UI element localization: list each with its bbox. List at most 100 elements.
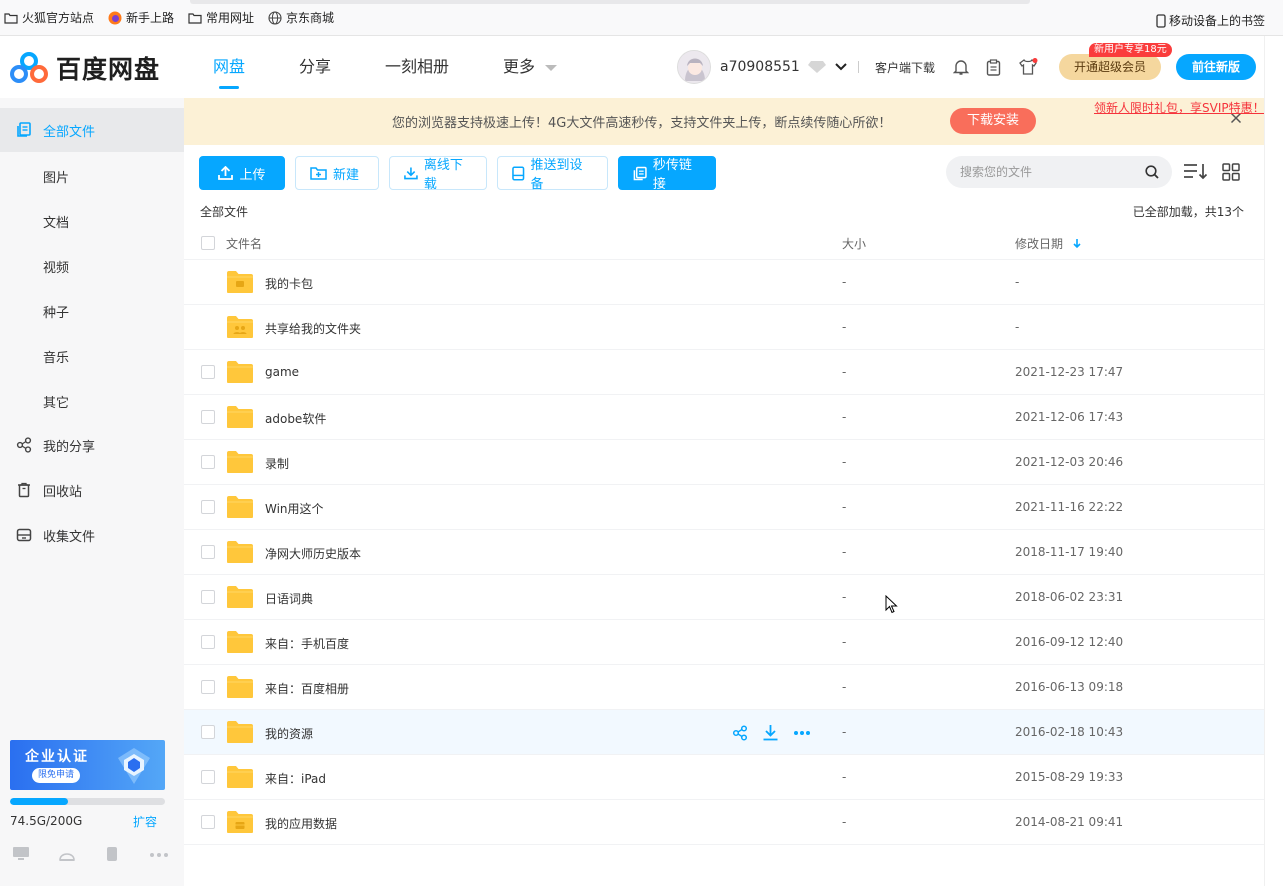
- nav-netdisk[interactable]: 网盘: [213, 36, 245, 98]
- row-checkbox[interactable]: [201, 680, 215, 694]
- sidebar-item-other[interactable]: 其它: [43, 392, 69, 411]
- row-checkbox[interactable]: [201, 365, 215, 379]
- table-row[interactable]: 来自：iPad - 2015-08-29 19:33: [184, 755, 1264, 800]
- bookmark-item[interactable]: 火狐官方站点: [4, 9, 94, 26]
- file-name[interactable]: 来自：百度相册: [265, 680, 349, 697]
- row-checkbox[interactable]: [201, 410, 215, 424]
- file-name[interactable]: adobe软件: [265, 410, 326, 427]
- svip-button[interactable]: 开通超级会员 新用户专享18元: [1059, 43, 1172, 80]
- file-name[interactable]: Win用这个: [265, 500, 324, 517]
- download-install-button[interactable]: 下载安装: [950, 108, 1036, 134]
- row-checkbox[interactable]: [201, 500, 215, 514]
- bookmark-item[interactable]: 新手上路: [108, 9, 174, 26]
- table-row[interactable]: game - 2021-12-23 17:47: [184, 350, 1264, 395]
- table-row[interactable]: Win用这个 - 2021-11-16 22:22: [184, 485, 1264, 530]
- sidebar-item-all-files[interactable]: 全部文件: [0, 108, 184, 152]
- sidebar-item-torrents[interactable]: 种子: [43, 302, 69, 321]
- sidebar-item-label: 全部文件: [43, 124, 96, 140]
- search-input[interactable]: [960, 156, 1140, 188]
- mobile-bookmarks[interactable]: 移动设备上的书签: [1156, 12, 1265, 29]
- row-checkbox[interactable]: [201, 545, 215, 559]
- instant-link-button[interactable]: 秒传链接: [618, 156, 716, 192]
- row-checkbox[interactable]: [201, 455, 215, 469]
- desktop-icon[interactable]: [12, 846, 30, 865]
- table-row[interactable]: 来自：百度相册 - 2016-06-13 09:18: [184, 665, 1264, 710]
- android-icon[interactable]: [58, 846, 76, 865]
- file-date: 2021-12-03 20:46: [1015, 455, 1124, 469]
- column-header-size[interactable]: 大小: [842, 235, 866, 252]
- file-size: -: [842, 725, 847, 739]
- files-icon: [14, 122, 34, 138]
- file-name[interactable]: 净网大师历史版本: [265, 545, 361, 562]
- file-name[interactable]: game: [265, 365, 299, 379]
- nav-share[interactable]: 分享: [299, 36, 331, 98]
- clipboard-icon[interactable]: [986, 58, 1001, 76]
- table-row[interactable]: 我的应用数据 - 2014-08-21 09:41: [184, 800, 1264, 845]
- bookmark-item[interactable]: 京东商城: [268, 9, 334, 26]
- table-row[interactable]: 我的卡包 - -: [184, 260, 1264, 305]
- download-icon[interactable]: [762, 724, 779, 741]
- sidebar-item-documents[interactable]: 文档: [43, 212, 69, 231]
- sidebar-item-videos[interactable]: 视频: [43, 257, 69, 276]
- table-row[interactable]: 我的资源 - 2016-02-18 10:43: [184, 710, 1264, 755]
- more-dots-icon[interactable]: [149, 846, 169, 865]
- row-actions: [732, 724, 825, 741]
- folder-icon: [226, 765, 254, 792]
- logo[interactable]: 百度网盘: [10, 50, 160, 86]
- file-name[interactable]: 我的应用数据: [265, 815, 337, 832]
- row-checkbox[interactable]: [201, 635, 215, 649]
- table-row[interactable]: adobe软件 - 2021-12-06 17:43: [184, 395, 1264, 440]
- table-row[interactable]: 录制 - 2021-12-03 20:46: [184, 440, 1264, 485]
- username: a70908551: [720, 59, 800, 75]
- push-to-device-button[interactable]: 推送到设备: [497, 156, 608, 192]
- file-name[interactable]: 共享给我的文件夹: [265, 320, 361, 337]
- new-folder-button[interactable]: 新建: [295, 156, 379, 190]
- search-icon[interactable]: [1145, 165, 1159, 182]
- phone-icon[interactable]: [106, 846, 118, 865]
- row-checkbox[interactable]: [201, 815, 215, 829]
- sidebar-item-collect[interactable]: 收集文件: [0, 513, 184, 557]
- column-header-name[interactable]: 文件名: [226, 235, 262, 252]
- offline-download-button[interactable]: 离线下载: [389, 156, 487, 192]
- inbox-icon: [14, 528, 34, 542]
- table-row[interactable]: 共享给我的文件夹 - -: [184, 305, 1264, 350]
- file-name[interactable]: 我的卡包: [265, 275, 313, 292]
- file-name[interactable]: 来自：手机百度: [265, 635, 349, 652]
- client-download-link[interactable]: 客户端下载: [875, 59, 935, 76]
- promo-link[interactable]: 领新人限时礼包，享SVIP特惠！: [1094, 99, 1265, 116]
- grid-view-icon[interactable]: [1222, 163, 1240, 184]
- more-icon[interactable]: [793, 730, 811, 736]
- row-checkbox[interactable]: [201, 725, 215, 739]
- enterprise-banner[interactable]: 企业认证 限免申请: [10, 740, 165, 790]
- sidebar-item-images[interactable]: 图片: [43, 167, 69, 186]
- user-menu[interactable]: a70908551: [677, 50, 848, 84]
- sidebar-item-my-share[interactable]: 我的分享: [0, 423, 184, 467]
- share-icon[interactable]: [732, 724, 748, 741]
- nav-album[interactable]: 一刻相册: [385, 36, 449, 98]
- sidebar-item-recycle[interactable]: 回收站: [0, 468, 184, 512]
- table-row[interactable]: 日语词典 - 2018-06-02 23:31: [184, 575, 1264, 620]
- select-all-checkbox[interactable]: [201, 236, 215, 250]
- expand-storage-link[interactable]: 扩容: [133, 813, 157, 830]
- bookmarks-bar: 火狐官方站点 新手上路 常用网址 京东商城 移动设备上的书签: [0, 0, 1283, 36]
- file-name[interactable]: 来自：iPad: [265, 770, 326, 787]
- file-name[interactable]: 日语词典: [265, 590, 313, 607]
- file-name[interactable]: 我的资源: [265, 725, 313, 742]
- table-row[interactable]: 来自：手机百度 - 2016-09-12 12:40: [184, 620, 1264, 665]
- upload-button[interactable]: 上传: [199, 156, 285, 190]
- breadcrumb[interactable]: 全部文件: [200, 203, 248, 220]
- sort-icon[interactable]: [1183, 162, 1209, 185]
- table-row[interactable]: 净网大师历史版本 - 2018-11-17 19:40: [184, 530, 1264, 575]
- sidebar-item-music[interactable]: 音乐: [43, 347, 69, 366]
- row-checkbox[interactable]: [201, 770, 215, 784]
- bell-icon[interactable]: [953, 59, 970, 76]
- quota-text: 74.5G/200G: [10, 814, 83, 828]
- file-name[interactable]: 录制: [265, 455, 289, 472]
- avatar[interactable]: [677, 50, 711, 84]
- shirt-icon[interactable]: [1018, 58, 1038, 76]
- row-checkbox[interactable]: [201, 590, 215, 604]
- column-header-date[interactable]: 修改日期: [1015, 235, 1082, 252]
- bookmark-item[interactable]: 常用网址: [188, 9, 254, 26]
- nav-more[interactable]: 更多: [503, 36, 558, 98]
- new-version-button[interactable]: 前往新版: [1176, 54, 1257, 80]
